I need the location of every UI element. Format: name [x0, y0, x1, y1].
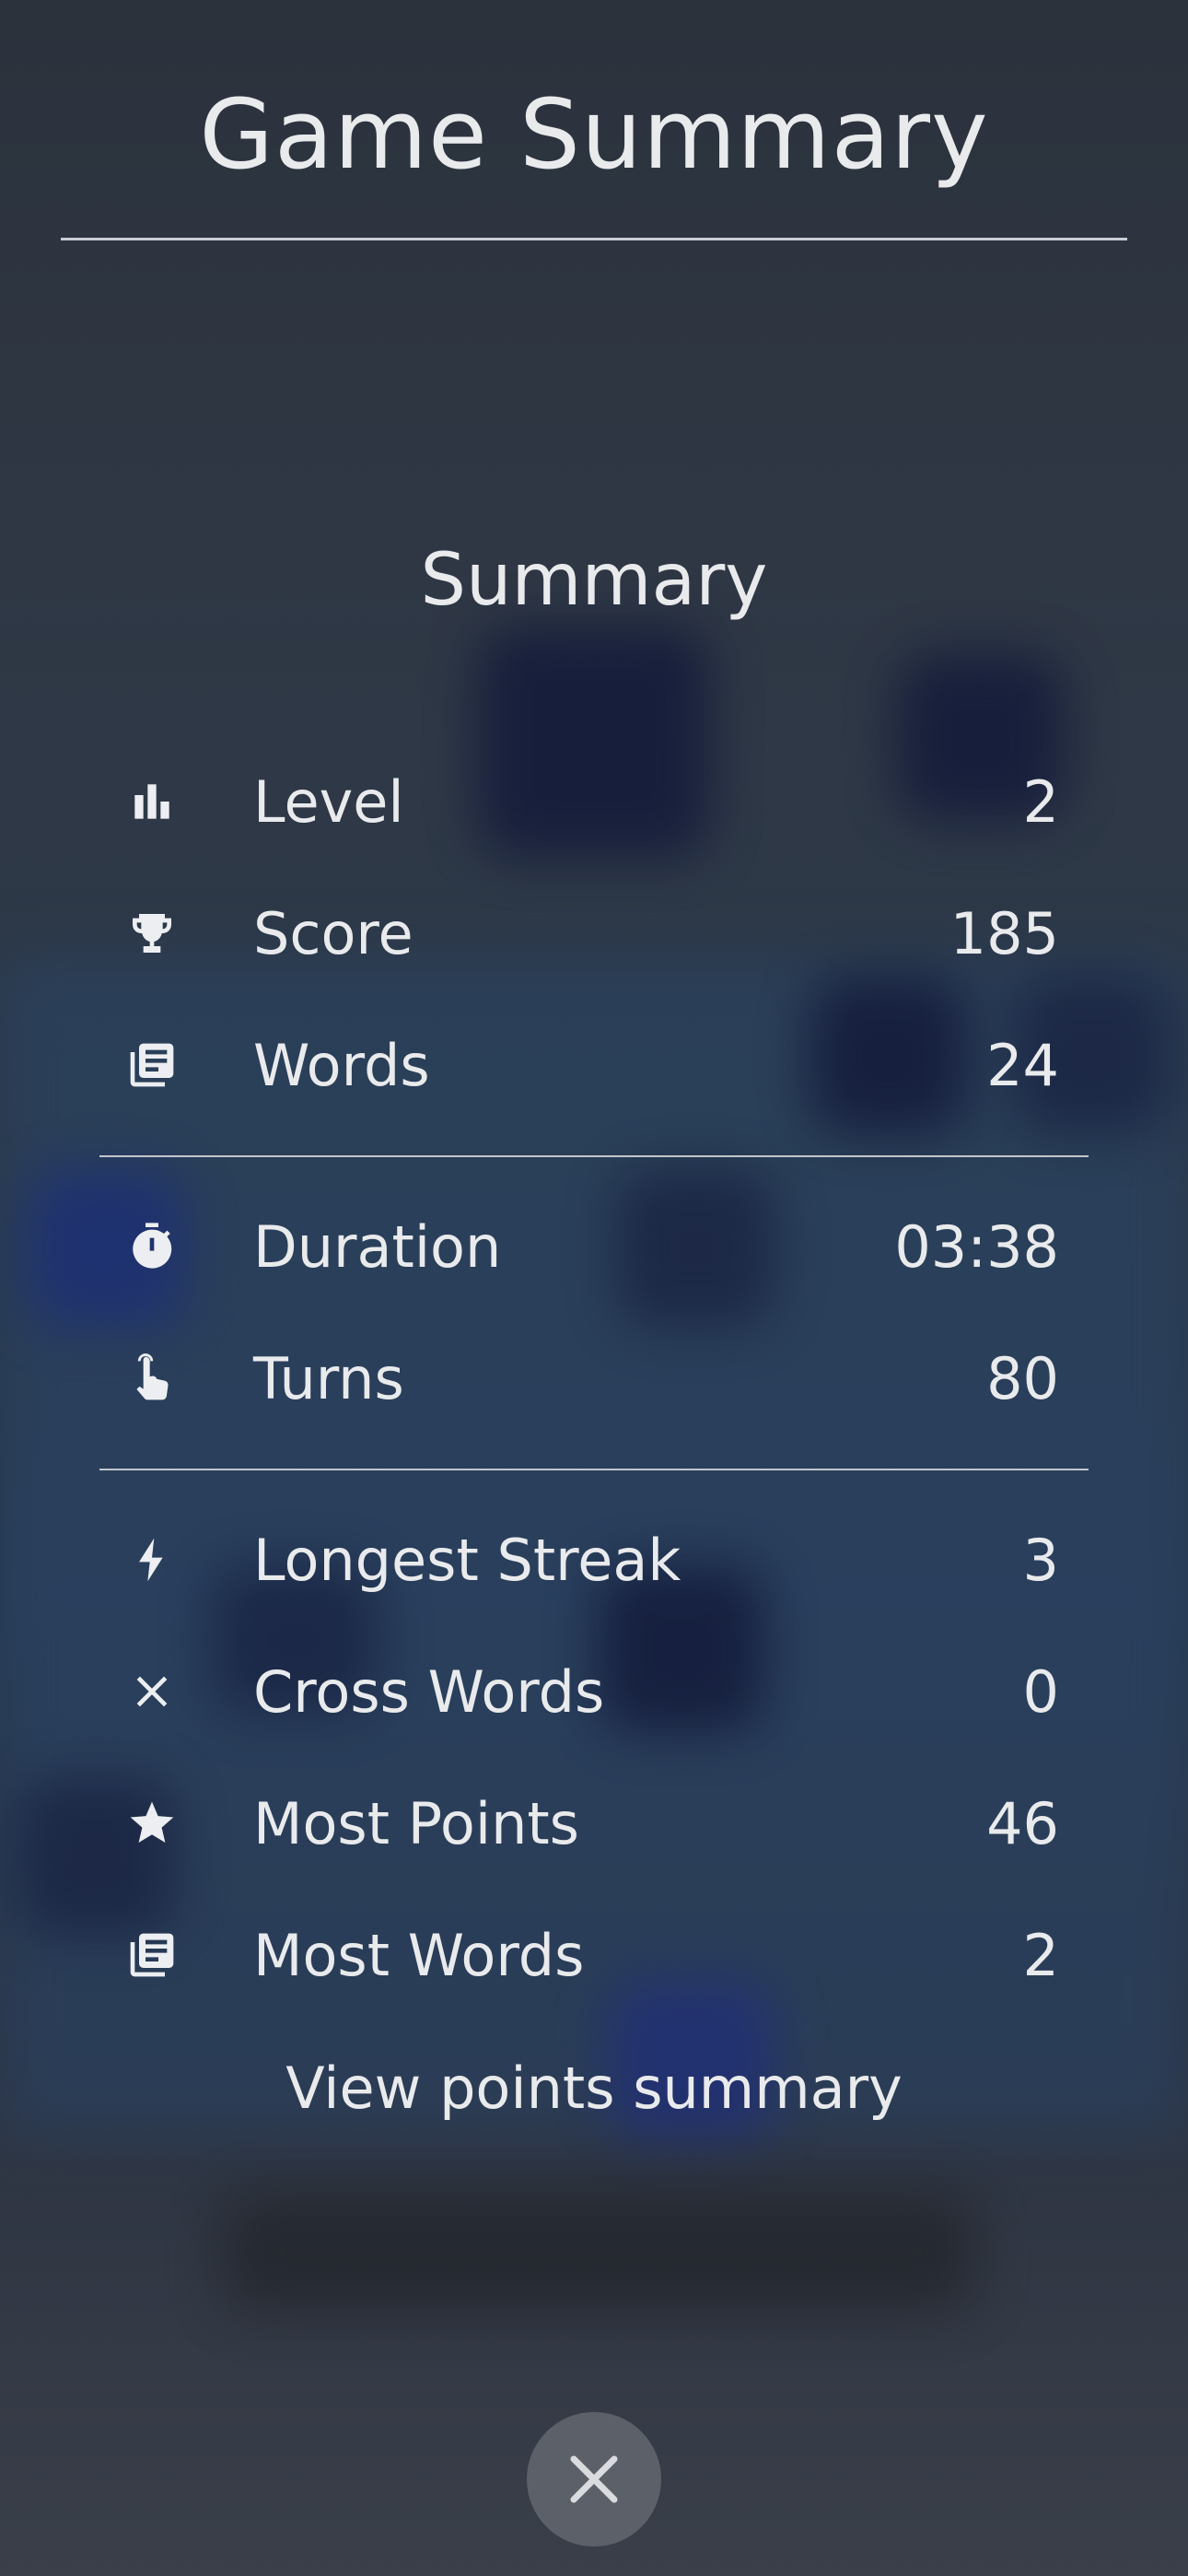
stat-row-words: Words 24: [101, 1014, 1059, 1116]
tap-hand-icon: [101, 1352, 203, 1404]
bar-chart-icon: [101, 776, 203, 827]
stat-value: 2: [1022, 1921, 1059, 1989]
stat-value: 3: [1022, 1526, 1059, 1594]
section-divider: [99, 1469, 1089, 1470]
stat-value: 2: [1022, 767, 1059, 836]
section-divider: [99, 1155, 1089, 1157]
lightning-bolt-icon: [101, 1534, 203, 1586]
close-icon: [570, 2455, 618, 2503]
stat-label: Most Words: [253, 1921, 585, 1989]
close-button[interactable]: [527, 2412, 661, 2547]
stat-row-longest-streak: Longest Streak 3: [101, 1509, 1059, 1610]
summary-heading: Summary: [420, 539, 768, 622]
stat-row-turns: Turns 80: [101, 1328, 1059, 1429]
trophy-icon: [101, 907, 203, 959]
stat-label: Turns: [253, 1344, 404, 1412]
stat-value: 0: [1022, 1657, 1059, 1726]
view-points-summary-link[interactable]: View points summary: [0, 2055, 1188, 2122]
stat-row-score: Score 185: [101, 883, 1059, 984]
stat-value: 03:38: [894, 1212, 1059, 1281]
stat-label: Score: [253, 899, 413, 967]
title-divider: [61, 238, 1127, 240]
stat-label: Duration: [253, 1212, 502, 1281]
star-icon: [101, 1797, 203, 1849]
stat-row-cross-words: Cross Words 0: [101, 1641, 1059, 1742]
page-title: Game Summary: [199, 78, 989, 191]
stat-row-duration: Duration 03:38: [101, 1196, 1059, 1297]
stat-label: Cross Words: [253, 1657, 605, 1726]
stopwatch-icon: [101, 1221, 203, 1272]
library-books-icon: [101, 1929, 203, 1981]
stat-label: Level: [253, 767, 404, 836]
stat-value: 80: [986, 1344, 1059, 1412]
stat-row-most-words: Most Words 2: [101, 1904, 1059, 2006]
stat-row-most-points: Most Points 46: [101, 1773, 1059, 1874]
stat-label: Most Points: [253, 1789, 579, 1857]
cross-icon: [101, 1666, 203, 1717]
stat-label: Words: [253, 1031, 430, 1099]
library-books-icon: [101, 1039, 203, 1091]
stat-value: 185: [949, 899, 1059, 967]
stat-value: 24: [986, 1031, 1059, 1099]
stat-row-level: Level 2: [101, 751, 1059, 852]
stat-label: Longest Streak: [253, 1526, 681, 1594]
stat-value: 46: [986, 1789, 1059, 1857]
